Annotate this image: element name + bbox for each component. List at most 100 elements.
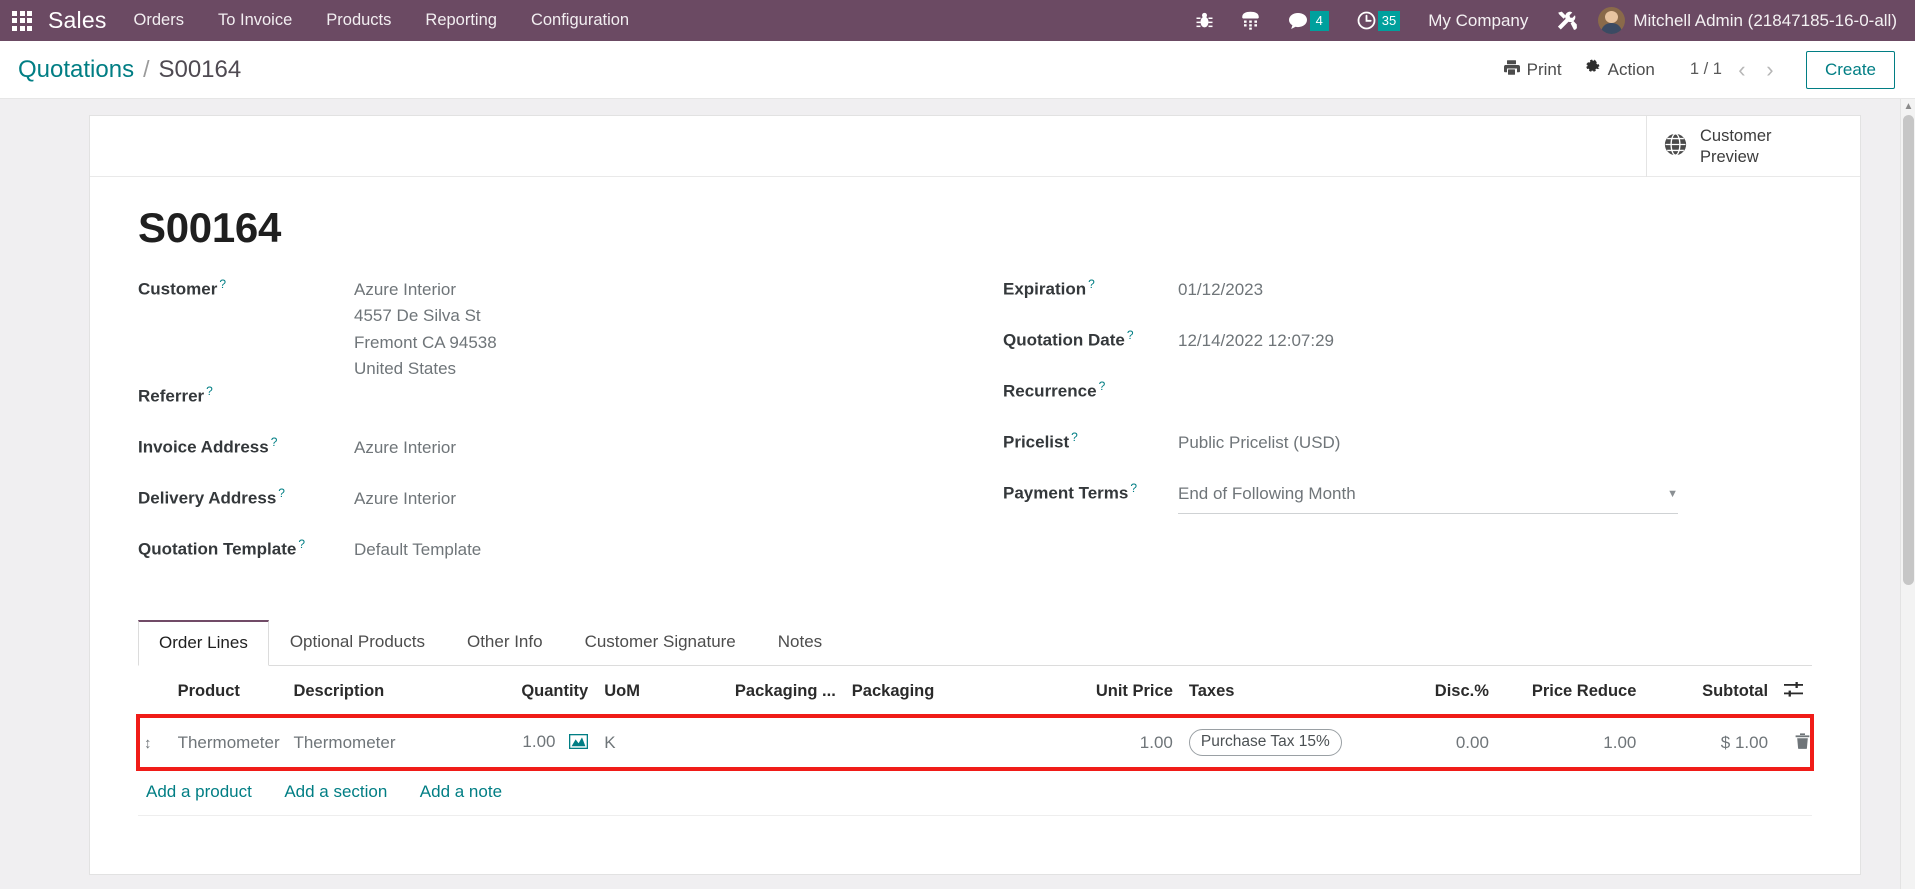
tab-customer-signature[interactable]: Customer Signature <box>564 620 757 666</box>
field-recurrence-value[interactable] <box>1178 377 1812 379</box>
form-column-left: Customer? Azure Interior 4557 De Silva S… <box>138 275 947 586</box>
help-icon[interactable]: ? <box>1088 277 1095 291</box>
cell-product[interactable]: Thermometer <box>170 716 286 770</box>
column-settings-icon[interactable] <box>1784 682 1804 701</box>
field-quotation-date-label: Quotation Date? <box>1003 328 1134 350</box>
th-product[interactable]: Product <box>169 666 286 717</box>
cell-price-reduce[interactable]: 1.00 <box>1497 716 1644 770</box>
tab-order-lines[interactable]: Order Lines <box>138 620 269 667</box>
dialpad-icon[interactable] <box>1227 0 1274 41</box>
cell-subtotal: $ 1.00 <box>1720 732 1769 752</box>
help-icon[interactable]: ? <box>278 486 285 500</box>
app-brand-sales[interactable]: Sales <box>44 0 117 41</box>
th-unit-price[interactable]: Unit Price <box>1049 666 1181 717</box>
cell-delete[interactable] <box>1776 716 1812 770</box>
status-badge: Purchase Tax 15% <box>1188 729 1342 757</box>
cell-unit-price[interactable]: 1.00 <box>1049 716 1181 770</box>
tab-other-info[interactable]: Other Info <box>446 620 564 666</box>
avatar <box>1598 7 1626 34</box>
cell-packaging[interactable] <box>844 716 1049 770</box>
clock-icon[interactable]: 35 <box>1343 0 1414 41</box>
field-customer-value[interactable]: Azure Interior 4557 De Silva St Fremont … <box>354 275 947 382</box>
field-quotation-date: Quotation Date? 12/14/2022 12:07:29 <box>1003 326 1812 377</box>
th-price-reduce[interactable]: Price Reduce <box>1496 666 1645 717</box>
cell-taxes[interactable]: Purchase Tax 15% <box>1181 716 1381 770</box>
tools-icon[interactable] <box>1542 0 1592 41</box>
table-header-row: Product Description Quantity UoM Packagi… <box>138 666 1812 717</box>
pager-count[interactable]: 1 / 1 <box>1684 60 1728 79</box>
add-a-product-link[interactable]: Add a product <box>146 782 252 801</box>
breadcrumb-quotations[interactable]: Quotations <box>18 56 134 84</box>
systray: 4 35 My Company Mitchell Admin (21847185… <box>1182 0 1915 41</box>
th-packaging[interactable]: Packaging <box>843 666 1050 717</box>
field-invoice-address-value[interactable]: Azure Interior <box>354 433 947 461</box>
help-icon[interactable]: ? <box>1071 430 1078 444</box>
tab-notes[interactable]: Notes <box>757 620 843 666</box>
bug-icon[interactable] <box>1182 0 1227 41</box>
create-button[interactable]: Create <box>1805 50 1895 89</box>
th-uom[interactable]: UoM <box>596 666 713 717</box>
add-line-links: Add a product Add a section Add a note <box>138 769 1812 817</box>
cell-quantity[interactable]: 1.00 <box>480 716 596 770</box>
field-quotation-template-label: Quotation Template? <box>138 537 306 560</box>
table-row[interactable]: ↕ Thermometer Thermometer 1.00 K 1.00 Pu… <box>136 713 1814 772</box>
add-a-section-link[interactable]: Add a section <box>284 782 387 801</box>
trash-icon[interactable] <box>1795 733 1810 753</box>
activity-badge-count: 35 <box>1377 10 1401 31</box>
field-customer-label: Customer? <box>138 277 227 299</box>
field-quotation-date-value[interactable]: 12/14/2022 12:07:29 <box>1178 326 1812 354</box>
company-switcher[interactable]: My Company <box>1414 0 1542 41</box>
th-discount[interactable]: Disc.% <box>1381 666 1497 717</box>
drag-handle-icon[interactable]: ↕ <box>144 736 152 751</box>
print-button[interactable]: Print <box>1492 59 1573 81</box>
breadcrumb-separator: / <box>143 55 150 82</box>
cell-uom[interactable]: K <box>596 716 712 770</box>
th-taxes[interactable]: Taxes <box>1180 666 1382 717</box>
field-delivery-address: Delivery Address? Azure Interior <box>138 484 947 535</box>
scrollbar-thumb[interactable] <box>1903 115 1914 585</box>
field-payment-terms-select[interactable]: End of Following Month ▼ <box>1178 479 1678 515</box>
help-icon[interactable]: ? <box>271 435 278 449</box>
chevron-down-icon[interactable]: ▼ <box>1667 488 1678 500</box>
menu-item-orders[interactable]: Orders <box>117 0 201 41</box>
menu-item-configuration[interactable]: Configuration <box>514 0 646 41</box>
th-quantity[interactable]: Quantity <box>480 666 597 717</box>
breadcrumb-current-record: S00164 <box>158 55 242 83</box>
customer-preview-button[interactable]: Customer Preview <box>1646 116 1860 177</box>
menu-item-products[interactable]: Products <box>309 0 408 41</box>
help-icon[interactable]: ? <box>1099 379 1106 393</box>
add-a-note-link[interactable]: Add a note <box>420 782 502 801</box>
cell-description[interactable]: Thermometer <box>285 716 480 770</box>
help-icon[interactable]: ? <box>298 537 305 551</box>
chat-bubble-icon[interactable]: 4 <box>1274 0 1343 41</box>
vertical-scrollbar[interactable]: ▲ <box>1900 99 1915 889</box>
field-pricelist-label: Pricelist? <box>1003 430 1078 452</box>
field-referrer-value[interactable] <box>354 382 947 384</box>
th-description[interactable]: Description <box>285 666 481 717</box>
tab-optional-products[interactable]: Optional Products <box>269 620 446 666</box>
th-subtotal[interactable]: Subtotal <box>1644 666 1777 717</box>
menu-item-to-invoice[interactable]: To Invoice <box>201 0 309 41</box>
help-icon[interactable]: ? <box>1130 481 1137 495</box>
apps-grid-icon[interactable] <box>0 0 44 41</box>
pager-next-icon[interactable]: › <box>1756 56 1784 84</box>
field-delivery-address-value[interactable]: Azure Interior <box>354 484 947 512</box>
forecast-chart-icon[interactable] <box>569 733 589 753</box>
field-pricelist-value[interactable]: Public Pricelist (USD) <box>1178 428 1812 456</box>
field-quotation-template-value[interactable]: Default Template <box>354 535 947 563</box>
help-icon[interactable]: ? <box>219 277 226 291</box>
field-referrer: Referrer? <box>138 382 947 433</box>
help-icon[interactable]: ? <box>206 384 213 398</box>
cell-discount[interactable]: 0.00 <box>1381 716 1497 770</box>
menu-item-reporting[interactable]: Reporting <box>408 0 514 41</box>
scroll-up-arrow-icon[interactable]: ▲ <box>1903 101 1914 113</box>
field-expiration-value[interactable]: 01/12/2023 <box>1178 275 1812 303</box>
th-packaging-qty[interactable]: Packaging ... <box>712 666 844 717</box>
cell-packaging-qty[interactable] <box>712 716 844 770</box>
user-menu[interactable]: Mitchell Admin (21847185-16-0-all) <box>1592 0 1907 41</box>
row-drag-handle[interactable]: ↕ <box>138 716 170 770</box>
action-button[interactable]: Action <box>1573 58 1666 81</box>
help-icon[interactable]: ? <box>1127 328 1134 342</box>
pager-previous-icon[interactable]: ‹ <box>1728 56 1756 84</box>
field-invoice-address-label: Invoice Address? <box>138 435 278 458</box>
